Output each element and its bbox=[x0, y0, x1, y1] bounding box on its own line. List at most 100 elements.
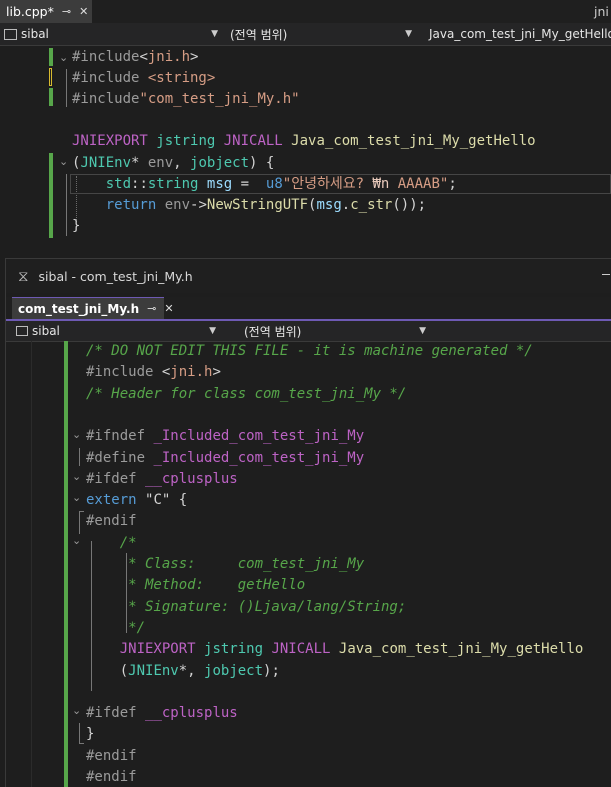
project-dropdown[interactable]: sibal ▼ bbox=[0, 25, 222, 43]
code-line[interactable]: #ifndef _Included_com_test_jni_My bbox=[86, 426, 364, 446]
code-token: jobject bbox=[204, 662, 264, 679]
fold-arrow-icon[interactable]: ⌄ bbox=[72, 701, 81, 721]
editor2-tabstrip: com_test_jni_My.h ⊸ ✕ bbox=[6, 297, 611, 321]
code-token: /* bbox=[86, 534, 137, 551]
code-token: jobject bbox=[190, 154, 250, 171]
code-line[interactable]: #endif bbox=[86, 511, 137, 531]
code-token: * Class: com_test_jni_My bbox=[86, 556, 365, 572]
code-token: __cplusplus bbox=[145, 470, 238, 487]
code-token: ()); bbox=[392, 196, 427, 213]
editor2-code-area[interactable]: ⌄ ⌄ ⌄ ⌄ ⌄ /* DO NOT EDIT THIS FILE - it … bbox=[6, 341, 611, 787]
code-line[interactable]: #include<jni.h> bbox=[72, 47, 198, 67]
editor1-navbar: sibal ▼ (전역 범위) ▼ Java_com_test_jni_My_g… bbox=[0, 23, 611, 46]
code-line[interactable]: #define _Included_com_test_jni_My bbox=[86, 448, 364, 468]
chevron-down-icon: ▼ bbox=[405, 29, 412, 39]
code-token: u8 bbox=[265, 175, 283, 192]
code-token: "C" { bbox=[145, 492, 188, 509]
code-token: jni.h bbox=[147, 49, 191, 65]
project-value: sibal bbox=[32, 324, 60, 338]
code-line[interactable]: #include <jni.h> bbox=[86, 362, 221, 382]
code-token: JNIEXPORT bbox=[86, 641, 205, 658]
code-token: > bbox=[212, 364, 221, 381]
code-line[interactable]: return env->NewStringUTF(msg.c_str()); bbox=[72, 195, 426, 215]
code-line[interactable]: JNIEXPORT jstring JNICALL Java_com_test_… bbox=[72, 131, 536, 151]
code-token: #include bbox=[86, 364, 162, 381]
fold-arrow-icon[interactable]: ⌄ bbox=[72, 425, 81, 445]
fold-arrow-icon[interactable]: ⌄ bbox=[59, 152, 68, 172]
code-line[interactable]: #ifdef __cplusplus bbox=[86, 469, 238, 489]
code-line[interactable]: #ifdef __cplusplus bbox=[86, 703, 238, 723]
code-token: jstring bbox=[204, 641, 272, 658]
code-line[interactable]: extern "C" { bbox=[86, 490, 187, 510]
fold-arrow-icon[interactable]: ⌄ bbox=[72, 488, 81, 508]
change-marker bbox=[49, 88, 53, 106]
code-line[interactable]: /* bbox=[86, 533, 137, 553]
code-line[interactable]: } bbox=[72, 216, 80, 236]
code-token: = bbox=[232, 175, 266, 192]
change-marker bbox=[49, 48, 53, 66]
code-token: } bbox=[72, 217, 81, 234]
project-icon bbox=[4, 28, 17, 40]
code-token: #ifdef bbox=[86, 705, 146, 722]
floating-window: ⧖ sibal - com_test_jni_My.h com_test_jni… bbox=[5, 258, 611, 787]
code-line[interactable]: * Class: com_test_jni_My bbox=[86, 554, 364, 574]
code-token: ₩n bbox=[372, 175, 390, 192]
scope-value: (전역 범위) bbox=[244, 324, 302, 339]
code-token: c_str bbox=[350, 196, 393, 213]
code-token: _Included_com_test_jni_My bbox=[153, 449, 365, 466]
code-token: *, bbox=[178, 662, 205, 679]
code-line[interactable]: #endif bbox=[86, 767, 137, 787]
code-line[interactable]: * Signature: ()Ljava/lang/String; bbox=[86, 597, 406, 617]
function-value: Java_com_test_jni_My_getHello( bbox=[429, 27, 611, 41]
tab-com-test-jni-my-h[interactable]: com_test_jni_My.h ⊸ ✕ bbox=[12, 297, 174, 319]
function-dropdown[interactable]: Java_com_test_jni_My_getHello( bbox=[420, 25, 611, 43]
code-line[interactable]: #include <string> bbox=[72, 68, 215, 88]
code-line[interactable]: * Method: getHello bbox=[86, 575, 305, 595]
code-line[interactable]: (JNIEnv* env, jobject) { bbox=[72, 153, 274, 173]
code-token: -> bbox=[190, 196, 207, 213]
code-token: #ifndef bbox=[86, 428, 154, 445]
change-marker bbox=[64, 341, 68, 787]
code-token: __cplusplus bbox=[145, 705, 238, 722]
left-margin-line bbox=[31, 341, 32, 787]
code-token: extern bbox=[86, 492, 146, 509]
pin-icon[interactable]: ⊸ bbox=[62, 5, 71, 18]
pin-icon[interactable]: ⊸ bbox=[147, 302, 156, 315]
code-token: AAAAB" bbox=[389, 175, 449, 192]
code-line[interactable]: /* Header for class com_test_jni_My */ bbox=[86, 384, 406, 404]
chevron-down-icon: ▼ bbox=[419, 326, 426, 336]
window-titlebar[interactable]: ⧖ sibal - com_test_jni_My.h bbox=[6, 259, 611, 293]
close-icon[interactable]: ✕ bbox=[164, 302, 173, 315]
tab-title: lib.cpp* bbox=[6, 4, 54, 19]
code-token: jstring bbox=[156, 133, 224, 150]
code-line[interactable]: #include"com_test_jni_My.h" bbox=[72, 89, 300, 109]
code-line[interactable]: #endif bbox=[86, 746, 137, 766]
code-token: string bbox=[147, 175, 207, 192]
code-line[interactable]: /* DO NOT EDIT THIS FILE - it is machine… bbox=[86, 341, 533, 361]
scope-value: (전역 범위) bbox=[230, 27, 288, 42]
fold-bracket bbox=[79, 511, 84, 534]
code-token: /* DO NOT EDIT THIS FILE - it is machine… bbox=[86, 343, 533, 359]
code-line[interactable]: */ bbox=[86, 618, 145, 638]
code-token: JNICALL bbox=[271, 641, 339, 658]
scope-dropdown[interactable]: (전역 범위) ▼ bbox=[226, 25, 416, 43]
scope-dropdown[interactable]: (전역 범위) ▼ bbox=[240, 322, 430, 340]
fold-arrow-icon[interactable]: ⌄ bbox=[59, 48, 68, 68]
project-dropdown[interactable]: sibal ▼ bbox=[12, 322, 220, 340]
close-icon[interactable]: ✕ bbox=[79, 5, 88, 18]
code-line[interactable]: std::string msg = u8"안녕하세요? ₩n AAAAB"; bbox=[72, 174, 457, 194]
code-line[interactable]: JNIEXPORT jstring JNICALL Java_com_test_… bbox=[86, 639, 584, 659]
fold-bracket bbox=[66, 174, 67, 236]
code-line[interactable]: } bbox=[86, 724, 94, 744]
tab-jni[interactable]: jni bbox=[592, 0, 611, 23]
tab-lib-cpp[interactable]: lib.cpp* ⊸ ✕ bbox=[0, 0, 92, 23]
code-line[interactable]: (JNIEnv*, jobject); bbox=[86, 661, 280, 681]
code-token: #endif bbox=[86, 769, 137, 785]
minimize-icon[interactable] bbox=[602, 274, 610, 275]
fold-arrow-icon[interactable]: ⌄ bbox=[72, 467, 81, 487]
code-token: std bbox=[72, 175, 132, 192]
fold-arrow-icon[interactable]: ⌄ bbox=[72, 531, 81, 551]
editor1-code-area[interactable]: ⌄ ⌄ #include<jni.h> #include <string> #inc… bbox=[0, 46, 611, 258]
code-token: } bbox=[86, 726, 95, 743]
code-token: #ifdef bbox=[86, 470, 146, 487]
